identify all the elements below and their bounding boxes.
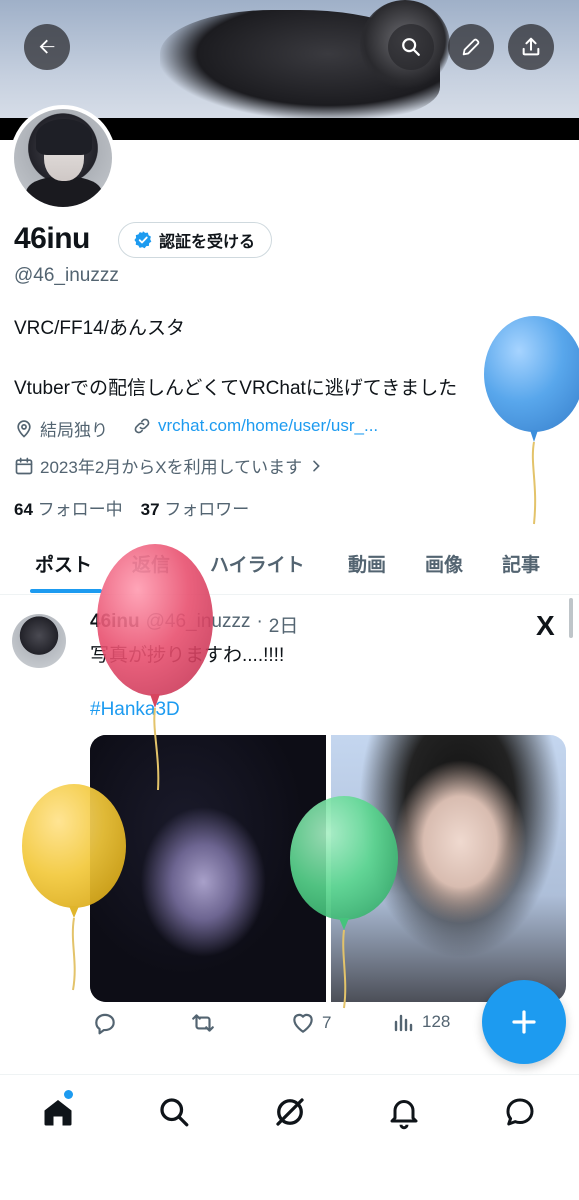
verified-badge-icon <box>134 231 152 249</box>
arrow-left-icon <box>39 39 55 54</box>
profile-joined[interactable]: 2023年2月からXを利用しています <box>14 453 324 478</box>
joined-text: 2023年2月からXを利用しています <box>40 458 303 477</box>
profile-link[interactable]: vrchat.com/home/user/usr_... <box>132 416 378 436</box>
profile-name: 46inu <box>14 222 90 255</box>
repost-button[interactable] <box>190 1010 216 1036</box>
x-logo: X <box>536 610 555 641</box>
scrollbar[interactable] <box>569 598 573 638</box>
like-button[interactable]: 7 <box>290 1010 331 1036</box>
search-icon <box>402 38 420 56</box>
grok-icon <box>276 1098 304 1126</box>
location-pin-icon <box>17 419 31 438</box>
balloon-yellow <box>22 784 126 991</box>
reply-icon <box>95 1013 115 1035</box>
heart-icon <box>293 1013 313 1033</box>
balloon-green <box>290 796 398 1009</box>
location-text: 結局独り <box>40 421 108 440</box>
nav-home[interactable] <box>40 1094 76 1130</box>
views-button[interactable]: 128 <box>392 1010 450 1034</box>
like-count: 7 <box>322 1013 332 1032</box>
profile-location: 結局独り <box>14 416 108 441</box>
profile-handle: @46_inuzzz <box>14 265 119 286</box>
tab-videos[interactable]: 動画 <box>348 550 386 577</box>
followers-link[interactable]: 37 フォロワー <box>141 495 250 520</box>
back-button[interactable] <box>24 24 70 70</box>
tab-articles[interactable]: 記事 <box>502 550 540 577</box>
balloon-red <box>97 544 213 791</box>
tab-posts[interactable]: ポスト <box>35 550 92 577</box>
pencil-icon <box>462 38 480 56</box>
views-count: 128 <box>422 1012 451 1031</box>
follow-stats: 64 フォロー中 37 フォロワー <box>14 495 249 520</box>
reply-button[interactable] <box>92 1010 118 1036</box>
profile-avatar[interactable] <box>10 105 116 211</box>
profile-tabs: ポスト 返信 ハイライト 動画 画像 記事 <box>0 540 579 595</box>
home-notification-dot <box>64 1090 73 1099</box>
post-separator: · <box>256 611 263 632</box>
post-time[interactable]: 2日 <box>269 611 299 638</box>
compose-button[interactable] <box>482 980 566 1064</box>
search-icon <box>160 1098 189 1127</box>
tab-images[interactable]: 画像 <box>425 550 463 577</box>
post-avatar[interactable] <box>12 614 66 668</box>
share-icon <box>522 37 540 56</box>
get-verified-button[interactable]: 認証を受ける <box>118 222 273 258</box>
balloon-blue <box>484 316 579 525</box>
repost-icon <box>192 1014 214 1032</box>
chevron-right-icon <box>313 460 320 471</box>
views-icon <box>394 1014 413 1032</box>
link-icon <box>134 418 150 434</box>
search-button[interactable] <box>388 24 434 70</box>
followers-count: 37 <box>140 500 160 519</box>
calendar-icon <box>15 457 33 474</box>
nav-messages[interactable] <box>502 1094 538 1130</box>
home-icon <box>44 1100 72 1126</box>
following-count: 64 <box>14 500 33 519</box>
messages-icon <box>506 1098 534 1126</box>
get-verified-label: 認証を受ける <box>159 234 256 251</box>
bell-icon <box>390 1100 418 1130</box>
following-label: フォロー中 <box>37 500 123 519</box>
tab-highlights[interactable]: ハイライト <box>210 550 305 577</box>
bottom-nav <box>0 1076 579 1200</box>
nav-grok[interactable] <box>272 1094 308 1130</box>
nav-search[interactable] <box>156 1094 192 1130</box>
share-button[interactable] <box>508 24 554 70</box>
nav-notifications[interactable] <box>386 1094 422 1130</box>
bio-line-2: Vtuberでの配信しんどくてVRChatに逃げてきました <box>14 378 458 399</box>
nav-divider <box>0 1074 579 1075</box>
post-actions: 7 128 <box>90 1010 470 1046</box>
link-url[interactable]: vrchat.com/home/user/usr_... <box>158 416 378 436</box>
following-link[interactable]: 64 フォロー中 <box>14 495 123 520</box>
bio-line-1: VRC/FF14/あんスタ <box>14 318 186 339</box>
edit-button[interactable] <box>448 24 494 70</box>
plus-icon <box>512 1010 536 1034</box>
followers-label: フォロワー <box>164 500 250 519</box>
